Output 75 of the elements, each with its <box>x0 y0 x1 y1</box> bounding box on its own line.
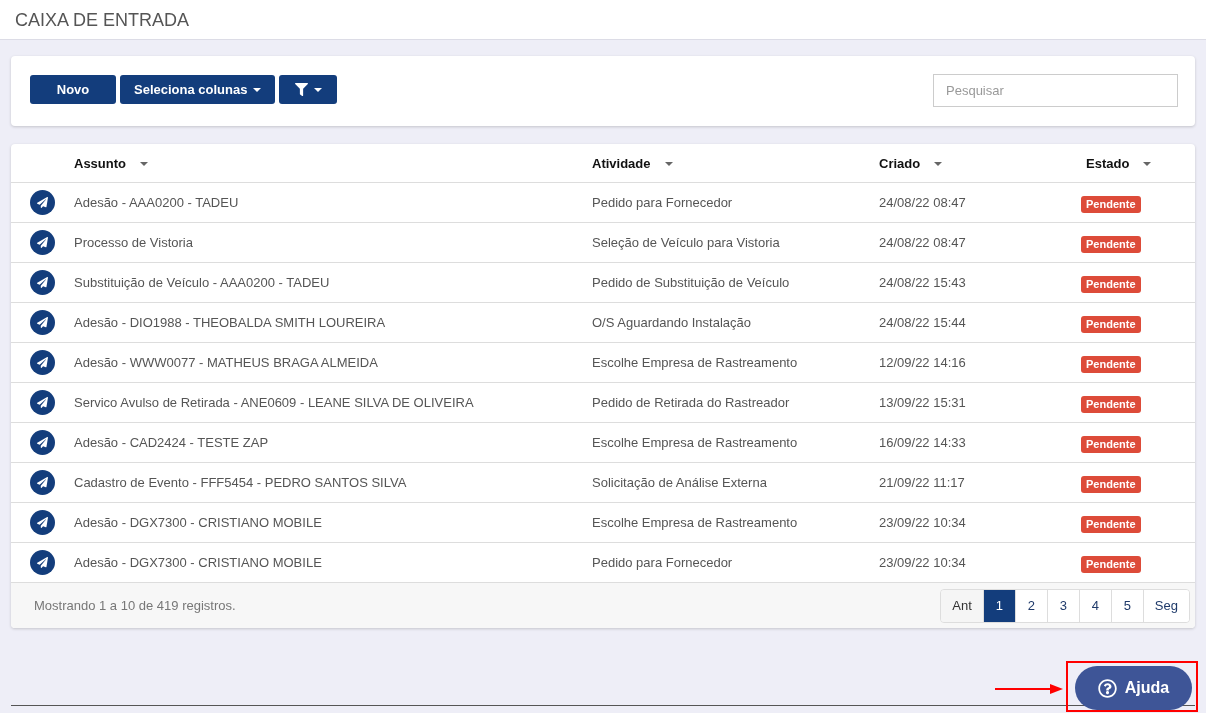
table-cell-text: Adesão - DGX7300 - CRISTIANO MOBILE <box>74 553 322 572</box>
table-cell-text: Pedido para Fornecedor <box>592 553 733 572</box>
pointer-arrow <box>995 684 1063 694</box>
caret-icon <box>313 87 322 92</box>
paper-plane-icon[interactable] <box>30 310 55 335</box>
table-cell-text: Escolhe Empresa de Rastreamento <box>592 433 798 452</box>
table-cell-text: 23/09/22 10:34 <box>879 553 966 572</box>
sort-caret-icon <box>140 161 148 166</box>
table-cell-text: Seleção de Veículo para Vistoria <box>592 233 780 252</box>
table-cell-text: 24/08/22 15:44 <box>879 313 966 332</box>
status-badge: Pendente <box>1081 195 1141 213</box>
page-button[interactable]: 4 <box>1078 589 1111 622</box>
paper-plane-icon[interactable] <box>30 270 55 295</box>
page-button[interactable]: 2 <box>1014 589 1047 622</box>
table-cell-text: 24/08/22 08:47 <box>879 233 966 252</box>
paper-plane-icon[interactable] <box>30 230 55 255</box>
paper-plane-icon[interactable] <box>30 470 55 495</box>
table-cell-text: Adesão - DIO1988 - THEOBALDA SMITH LOUREIRA <box>74 313 386 332</box>
table-cell-text: Adesão - CAD2424 - TESTE ZAP <box>74 433 269 452</box>
paper-plane-icon[interactable] <box>30 510 55 535</box>
table-cell-text: 13/09/22 15:31 <box>879 393 966 412</box>
sort-caret-icon <box>1143 161 1152 166</box>
column-header[interactable]: Assunto <box>74 154 148 174</box>
table-cell-text: Cadastro de Evento - FFF5454 - PEDRO SANTOS SILVA <box>74 473 407 492</box>
table-cell-text: Pedido de Substituição de Veículo <box>592 273 790 292</box>
filter-button[interactable] <box>279 75 338 104</box>
table-cell-text: O/S Aguardando Instalação <box>592 313 751 332</box>
status-badge: Pendente <box>1081 555 1141 573</box>
status-badge: Pendente <box>1081 515 1141 533</box>
column-header[interactable]: Atividade <box>592 154 673 174</box>
new-button[interactable]: Novo <box>30 75 116 104</box>
filter-icon <box>294 83 308 96</box>
column-header[interactable]: Estado <box>1086 154 1152 174</box>
status-badge: Pendente <box>1081 235 1141 253</box>
page-button[interactable]: Seg <box>1142 589 1189 622</box>
table-cell-text: Adesão - AAA0200 - TADEU <box>74 193 239 212</box>
records-summary: Mostrando 1 a 10 de 419 registros. <box>34 596 236 615</box>
status-badge: Pendente <box>1081 435 1141 453</box>
page-title: CAIXA DE ENTRADA <box>15 10 190 29</box>
page-button[interactable]: 3 <box>1046 589 1079 622</box>
table-cell-text: 16/09/22 14:33 <box>879 433 966 452</box>
table-cell-text: Adesão - WWW0077 - MATHEUS BRAGA ALMEIDA <box>74 353 378 372</box>
table-cell-text: 21/09/22 11:17 <box>879 473 965 492</box>
table-cell-text: Processo de Vistoria <box>74 233 193 252</box>
status-badge: Pendente <box>1081 395 1141 413</box>
table-cell-text: 24/08/22 15:43 <box>879 273 966 292</box>
help-button[interactable]: Ajuda <box>1075 666 1192 710</box>
table-cell-text: Adesão - DGX7300 - CRISTIANO MOBILE <box>74 513 322 532</box>
status-badge: Pendente <box>1081 355 1141 373</box>
status-badge: Pendente <box>1081 275 1141 293</box>
table-cell-text: 24/08/22 08:47 <box>879 193 966 212</box>
paper-plane-icon[interactable] <box>30 350 55 375</box>
table-cell-text: Escolhe Empresa de Rastreamento <box>592 513 798 532</box>
caret-icon <box>253 87 262 92</box>
paper-plane-icon[interactable] <box>30 390 55 415</box>
table-cell-text: Servico Avulso de Retirada - ANE0609 - LEANE SILVA DE OLIVEIRA <box>74 393 474 412</box>
column-header[interactable]: Criado <box>879 154 943 174</box>
paper-plane-icon[interactable] <box>30 550 55 575</box>
sort-caret-icon <box>934 161 943 166</box>
table-cell-text: 23/09/22 10:34 <box>879 513 966 532</box>
paper-plane-icon[interactable] <box>30 190 55 215</box>
table-cell-text: 12/09/22 14:16 <box>879 353 966 372</box>
table-cell-text: Pedido de Retirada do Rastreador <box>592 393 790 412</box>
search-field[interactable]: Pesquisar <box>933 74 1178 107</box>
status-badge: Pendente <box>1081 475 1141 493</box>
table-cell-text: Pedido para Fornecedor <box>592 193 733 212</box>
table-cell-text: Substituição de Veículo - AAA0200 - TADEU <box>74 273 330 292</box>
page-button[interactable]: 1 <box>982 589 1015 622</box>
sort-caret-icon <box>664 161 673 166</box>
table-cell-text: Solicitação de Análise Externa <box>592 473 767 492</box>
table-cell-text: Escolhe Empresa de Rastreamento <box>592 353 798 372</box>
paper-plane-icon[interactable] <box>30 430 55 455</box>
status-badge: Pendente <box>1081 315 1141 333</box>
page-button[interactable]: 5 <box>1110 589 1143 622</box>
column-select-button[interactable]: Seleciona colunas <box>120 75 276 104</box>
